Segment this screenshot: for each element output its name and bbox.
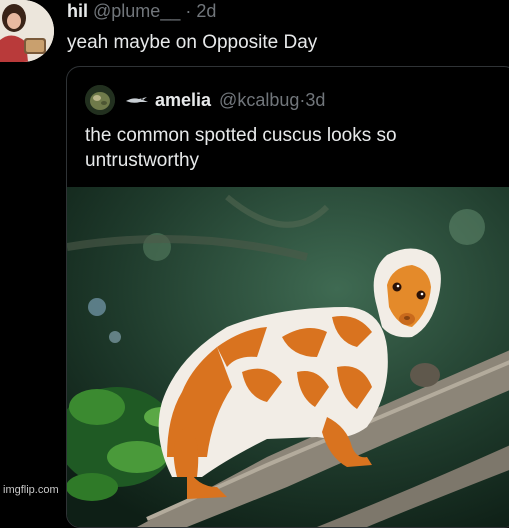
quoted-tweet-photo[interactable] xyxy=(67,187,509,527)
quoted-tweet-card[interactable]: amelia @kcalbug · 3d the common spotted … xyxy=(66,66,509,528)
quoted-author-name[interactable]: amelia xyxy=(155,90,211,111)
meta-separator: · xyxy=(185,1,192,21)
quoted-tweet-timestamp[interactable]: 3d xyxy=(305,90,325,111)
imgflip-watermark: imgflip.com xyxy=(3,484,59,496)
author-name[interactable]: hil xyxy=(67,1,88,21)
tweet-text: yeah maybe on Opposite Day xyxy=(67,32,318,53)
quoted-tweet-text: the common spotted cuscus looks so untru… xyxy=(85,125,397,171)
quoted-tweet-header: amelia @kcalbug · 3d xyxy=(85,85,325,115)
author-avatar[interactable] xyxy=(0,0,54,62)
tweet-header: hil @plume__ · 2d xyxy=(67,1,216,22)
flying-bird-icon xyxy=(125,94,149,106)
quoted-author-handle[interactable]: @kcalbug xyxy=(219,90,299,111)
quoted-author-avatar[interactable] xyxy=(85,85,115,115)
author-handle[interactable]: @plume__ xyxy=(93,1,180,21)
tweet-timestamp[interactable]: 2d xyxy=(196,1,216,21)
